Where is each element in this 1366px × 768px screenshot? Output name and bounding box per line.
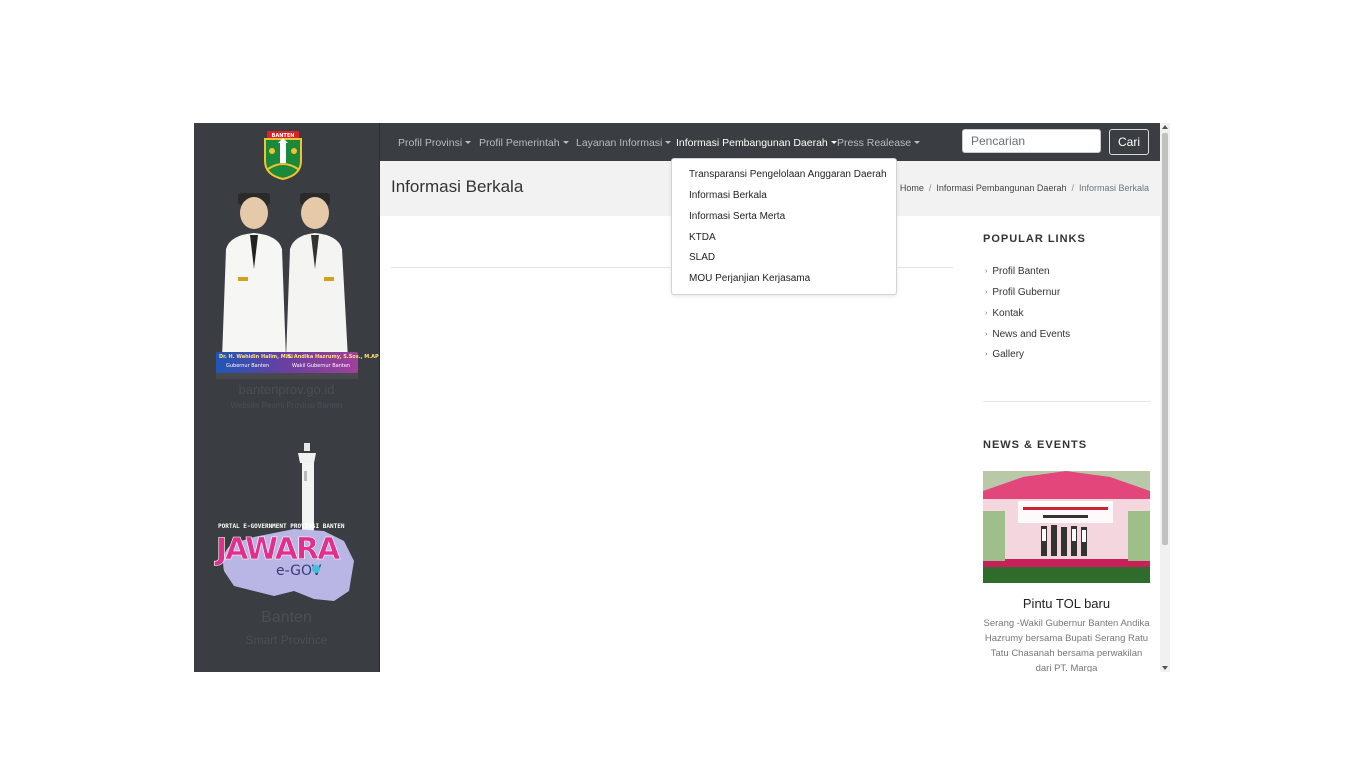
breadcrumb-section[interactable]: Informasi Pembangunan Daerah — [936, 183, 1066, 193]
dropdown-item-ktda[interactable]: KTDA — [689, 232, 716, 243]
breadcrumb-current: Informasi Berkala — [1078, 183, 1149, 193]
browser-viewport: BANTEN Dr. H. Wahidin Halim, M.Si Gubern… — [194, 123, 1170, 672]
emblem-text: BANTEN — [272, 133, 295, 139]
caret-down-icon — [914, 141, 921, 144]
chevron-right-icon: › — [985, 289, 988, 296]
nav-label: Profil Pemerintah — [479, 137, 560, 149]
banten-emblem-logo: BANTEN — [264, 131, 302, 181]
top-navbar: Profil Provinsi Profil Pemerintah Layana… — [380, 123, 1160, 161]
vice-governor-name: H. Andika Hazrumy, S.Sos., M.AP — [286, 354, 379, 360]
dropdown-item-mou[interactable]: MOU Perjanjian Kerjasama — [689, 273, 810, 284]
scroll-down-arrow-icon[interactable] — [1162, 666, 1168, 670]
nav-informasi-pembangunan-daerah[interactable]: Informasi Pembangunan Daerah — [676, 137, 837, 149]
news-title[interactable]: Pintu TOL baru — [983, 596, 1150, 611]
scrollbar-thumb[interactable] — [1162, 133, 1168, 545]
nav-layanan-informasi[interactable]: Layanan Informasi — [576, 137, 672, 149]
vertical-scrollbar[interactable] — [1160, 123, 1170, 672]
nav-label: Informasi Pembangunan Daerah — [676, 137, 828, 149]
popular-link-profil-gubernur[interactable]: › Profil Gubernur — [985, 287, 1060, 298]
caret-down-icon — [465, 141, 472, 144]
news-event-photo[interactable] — [983, 471, 1150, 583]
popular-link-gallery[interactable]: › Gallery — [985, 349, 1024, 360]
chevron-right-icon: › — [985, 268, 988, 275]
caret-down-icon — [562, 141, 569, 144]
news-excerpt: Serang -Wakil Gubernur Banten Andika Haz… — [983, 618, 1150, 672]
sidebar: BANTEN Dr. H. Wahidin Halim, M.Si Gubern… — [194, 123, 379, 672]
site-tagline: Website Resmi Provinsi Banten — [230, 401, 343, 410]
informasi-pembangunan-dropdown: Transparansi Pengelolaan Anggaran Daerah… — [671, 158, 897, 295]
page-title: Informasi Berkala — [391, 177, 524, 196]
jawara-caption: PORTAL E-GOVERNMENT PROVINSI BANTEN — [218, 523, 345, 530]
dropdown-item-informasi-berkala[interactable]: Informasi Berkala — [689, 190, 767, 201]
nav-label: Layanan Informasi — [576, 137, 663, 149]
link-label: Profil Banten — [992, 266, 1050, 277]
chevron-right-icon: › — [985, 310, 988, 317]
link-label: Kontak — [992, 308, 1024, 319]
nav-press-realease[interactable]: Press Realease — [837, 137, 921, 149]
dropdown-item-transparansi[interactable]: Transparansi Pengelolaan Anggaran Daerah — [689, 169, 887, 180]
news-events-heading: NEWS & EVENTS — [983, 439, 1088, 451]
nav-label: Press Realease — [837, 137, 912, 149]
popular-link-profil-banten[interactable]: › Profil Banten — [985, 266, 1050, 277]
main-content: Profil Provinsi Profil Pemerintah Layana… — [379, 123, 1160, 672]
nav-profil-provinsi[interactable]: Profil Provinsi — [398, 137, 472, 149]
nav-label: Profil Provinsi — [398, 137, 463, 149]
vice-governor-title: Wakil Gubernur Banten — [292, 363, 351, 369]
chevron-right-icon: › — [985, 331, 988, 338]
sidebar-divider — [983, 401, 1150, 402]
governor-title: Gubernur Banten — [226, 363, 270, 369]
region-name: Banten — [261, 609, 312, 626]
popular-links-heading: POPULAR LINKS — [983, 233, 1086, 245]
breadcrumb-home[interactable]: Home — [900, 183, 924, 193]
governor-portrait-image — [216, 193, 358, 379]
search-button[interactable]: Cari — [1109, 129, 1149, 155]
dropdown-item-informasi-serta-merta[interactable]: Informasi Serta Merta — [689, 211, 785, 222]
popular-link-kontak[interactable]: › Kontak — [985, 308, 1023, 319]
governor-name: Dr. H. Wahidin Halim, M.Si — [219, 354, 293, 360]
popular-link-news-events[interactable]: › News and Events — [985, 329, 1070, 340]
caret-down-icon — [830, 141, 837, 144]
site-domain: bantenprov.go.id — [238, 382, 335, 397]
chevron-right-icon: › — [985, 351, 988, 358]
jawara-wordmark: JAWARA — [214, 532, 341, 567]
dropdown-item-slad[interactable]: SLAD — [689, 252, 715, 263]
link-label: Gallery — [992, 349, 1025, 360]
nav-profil-pemerintah[interactable]: Profil Pemerintah — [479, 137, 569, 149]
scroll-up-arrow-icon[interactable] — [1162, 125, 1168, 129]
search-input[interactable] — [962, 129, 1101, 153]
leaders-name-banner: Dr. H. Wahidin Halim, M.Si Gubernur Bant… — [216, 352, 379, 373]
breadcrumb: Home / Informasi Pembangunan Daerah / Inform… — [899, 183, 1149, 193]
link-label: Profil Gubernur — [992, 287, 1061, 298]
link-label: News and Events — [992, 329, 1071, 340]
region-tagline: Smart Province — [245, 633, 328, 647]
jawara-egov-logo: PORTAL E-GOVERNMENT PROVINSI BANTEN JAWA… — [214, 443, 354, 601]
caret-down-icon — [665, 141, 672, 144]
